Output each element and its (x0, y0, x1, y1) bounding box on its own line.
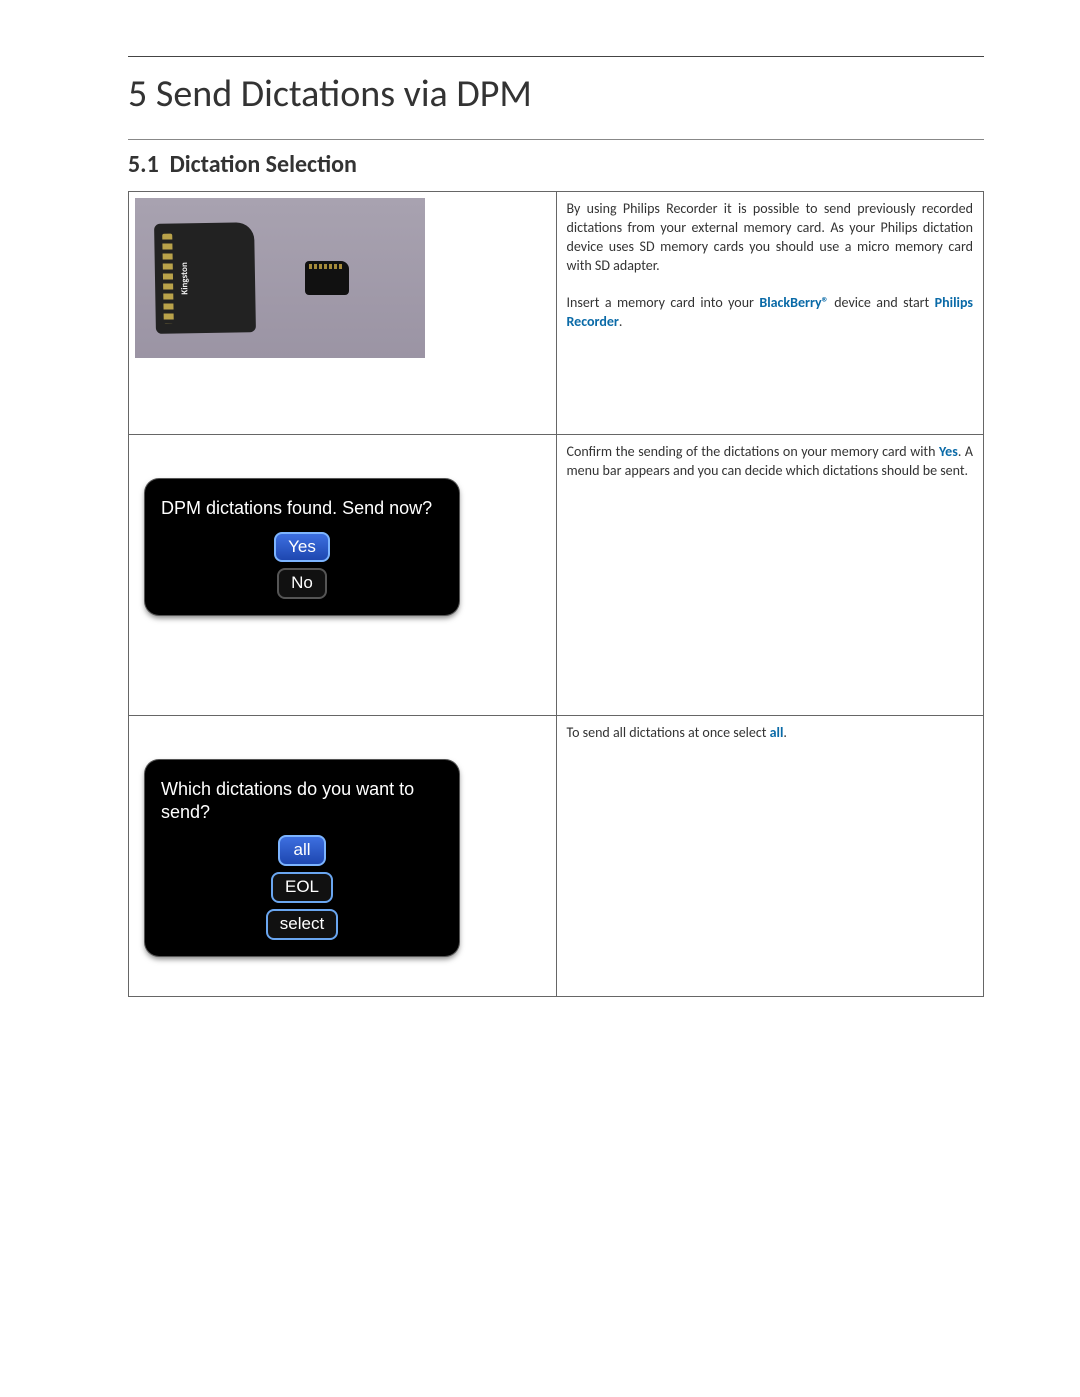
select-dictations-dialog: Which dictations do you want to send? al… (145, 760, 459, 956)
eol-button[interactable]: EOL (271, 872, 333, 903)
text-cell-3: To send all dictations at once select al… (556, 716, 984, 997)
paragraph-3: To send all dictations at once select al… (567, 724, 974, 743)
chapter-heading: 5 Send Dictations via DPM (128, 71, 984, 117)
text-fragment: device and start (829, 294, 935, 311)
yes-button[interactable]: Yes (274, 532, 330, 563)
table-row: Kingston By using Philips Recorder it is… (129, 192, 984, 435)
confirm-send-dialog: DPM dictations found. Send now? Yes No (145, 479, 459, 615)
select-button[interactable]: select (266, 909, 338, 940)
sdcard-photo: Kingston (135, 198, 425, 358)
paragraph-1b: Insert a memory card into your BlackBerr… (567, 294, 974, 332)
all-button[interactable]: all (278, 835, 326, 866)
text-cell-2: Confirm the sending of the dictations on… (556, 435, 984, 716)
text-fragment: Confirm the sending of the dictations on… (567, 443, 940, 460)
content-table: Kingston By using Philips Recorder it is… (128, 191, 984, 997)
chapter-title: Send Dictations via DPM (156, 71, 532, 117)
image-cell-sdcards: Kingston (129, 192, 557, 435)
section-title: Dictation Selection (170, 150, 357, 179)
text-fragment: . (783, 724, 787, 741)
section-heading: 5.1 Dictation Selection (128, 150, 984, 179)
image-cell-dialog-2: Which dictations do you want to send? al… (129, 716, 557, 997)
text-fragment: To send all dictations at once select (567, 724, 770, 741)
yes-label: Yes (939, 443, 958, 460)
section-number: 5.1 (128, 150, 159, 179)
all-label: all (770, 724, 784, 741)
text-fragment: Insert a memory card into your (567, 294, 760, 311)
paragraph-2: Confirm the sending of the dictations on… (567, 443, 974, 481)
document-page: 5 Send Dictations via DPM 5.1 Dictation … (0, 0, 1080, 1397)
paragraph-1a: By using Philips Recorder it is possible… (567, 200, 974, 276)
microsd-icon (305, 261, 349, 295)
sub-rule (128, 139, 984, 140)
text-cell-1: By using Philips Recorder it is possible… (556, 192, 984, 435)
chapter-number: 5 (128, 71, 147, 117)
dialog-button-group: all EOL select (161, 835, 443, 940)
sd-adapter-icon: Kingston (154, 222, 256, 334)
sd-brand-label: Kingston (179, 262, 192, 295)
top-rule (128, 56, 984, 57)
dialog-title: Which dictations do you want to send? (161, 778, 443, 823)
blackberry-label: BlackBerry® (759, 294, 828, 311)
dialog-button-group: Yes No (161, 532, 443, 600)
no-button[interactable]: No (277, 568, 327, 599)
table-row: Which dictations do you want to send? al… (129, 716, 984, 997)
dialog-title: DPM dictations found. Send now? (161, 497, 443, 520)
table-row: DPM dictations found. Send now? Yes No C… (129, 435, 984, 716)
image-cell-dialog-1: DPM dictations found. Send now? Yes No (129, 435, 557, 716)
text-fragment: . (619, 313, 623, 330)
